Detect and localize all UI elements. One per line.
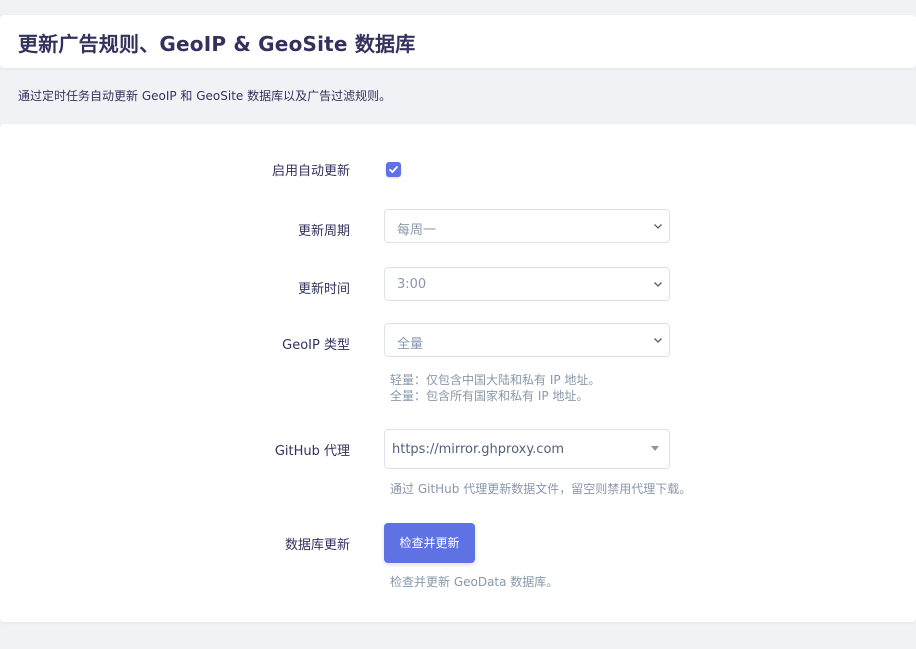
update-period-select[interactable]: 每周一 (384, 209, 670, 243)
page-description: 通过定时任务自动更新 GeoIP 和 GeoSite 数据库以及广告过滤规则。 (18, 89, 392, 103)
update-period-value: 每周一 (397, 223, 437, 238)
geoip-type-help-lite: 轻量：仅包含中国大陆和私有 IP 地址。 (390, 373, 601, 387)
update-period-label: 更新周期 (297, 224, 350, 239)
update-time-label: 更新时间 (297, 282, 350, 297)
chevron-down-icon (654, 224, 662, 229)
update-time-select[interactable]: 3:00 (384, 267, 670, 301)
geoip-type-select[interactable]: 全量 (384, 323, 670, 357)
chevron-down-icon (654, 282, 662, 287)
geoip-type-value: 全量 (397, 337, 424, 352)
auto-update-checkbox[interactable] (386, 162, 401, 177)
geoip-type-label: GeoIP 类型 (282, 338, 350, 353)
github-proxy-combobox[interactable]: https://mirror.ghproxy.com (384, 429, 670, 469)
github-proxy-help: 通过 GitHub 代理更新数据文件，留空则禁用代理下载。 (390, 482, 692, 496)
page-header: 更新广告规则、GeoIP & GeoSite 数据库 (0, 15, 916, 68)
check-update-button[interactable]: 检查并更新 (384, 523, 475, 563)
db-update-help: 检查并更新 GeoData 数据库。 (390, 575, 559, 589)
db-update-label: 数据库更新 (284, 538, 350, 553)
update-time-value: 3:00 (397, 277, 427, 292)
check-icon (389, 166, 398, 173)
chevron-down-icon (654, 338, 662, 343)
settings-form: 启用自动更新 更新周期 每周一 更新时间 3:00 GeoIP 类型 全量 轻量… (0, 124, 916, 622)
geoip-type-help-full: 全量：包含所有国家和私有 IP 地址。 (390, 389, 589, 403)
github-proxy-value: https://mirror.ghproxy.com (392, 442, 565, 457)
auto-update-label: 启用自动更新 (271, 164, 350, 179)
github-proxy-label: GitHub 代理 (274, 444, 350, 459)
caret-down-icon[interactable] (651, 446, 659, 451)
page-title: 更新广告规则、GeoIP & GeoSite 数据库 (18, 32, 416, 56)
